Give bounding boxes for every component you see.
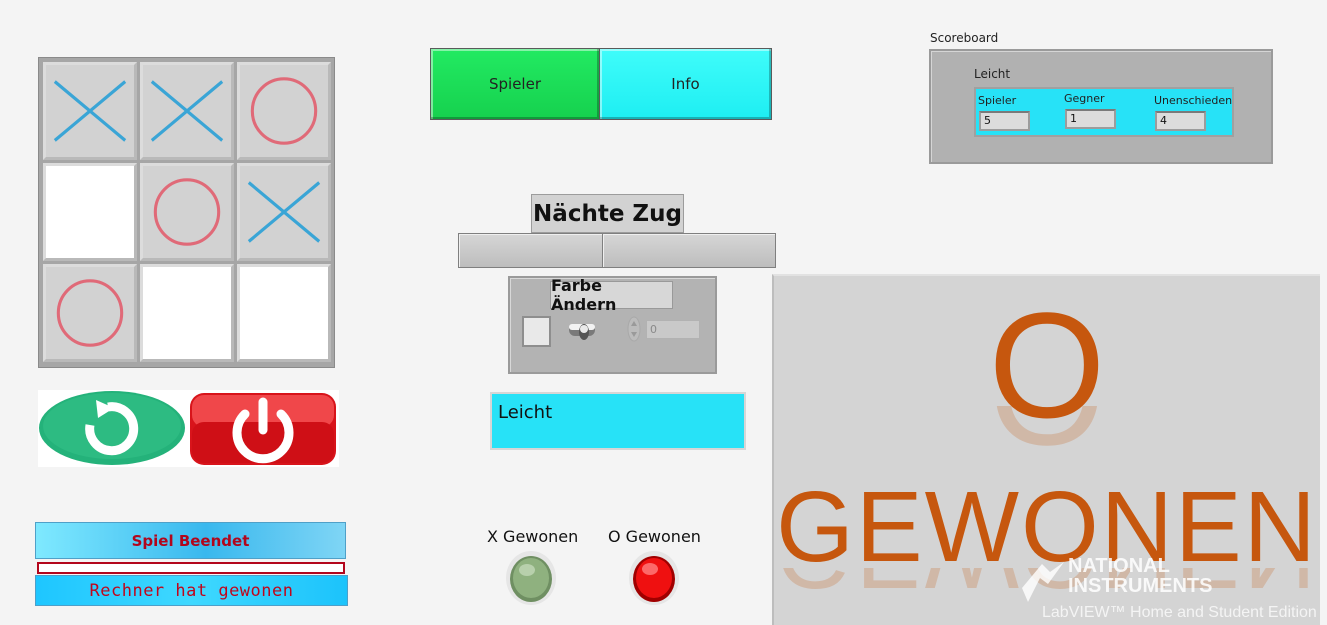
difficulty-display: Leicht bbox=[490, 392, 746, 450]
o-won-label: O Gewonen bbox=[608, 527, 701, 546]
score-label-gegner: Gegner bbox=[1064, 92, 1105, 105]
board-cell-4[interactable] bbox=[43, 163, 137, 261]
color-change-label: Farbe Ändern bbox=[550, 276, 673, 314]
o-mark-icon bbox=[153, 178, 221, 246]
result-message: Rechner hat gewonen bbox=[35, 575, 348, 606]
x-mark-icon bbox=[150, 80, 224, 142]
next-move-right-button[interactable] bbox=[602, 233, 776, 268]
board-cell-9[interactable] bbox=[237, 264, 331, 362]
color-checkbox[interactable] bbox=[522, 316, 551, 347]
score-unentschieden-field: 4 bbox=[1155, 111, 1206, 131]
board-cell-6[interactable] bbox=[237, 163, 331, 261]
color-numeric-field[interactable]: 0 bbox=[646, 320, 700, 339]
x-mark-icon bbox=[53, 80, 127, 142]
o-won-led-icon bbox=[629, 551, 679, 605]
game-ended-banner: Spiel Beendet bbox=[35, 522, 346, 559]
game-ended-text: Spiel Beendet bbox=[131, 531, 250, 550]
ni-logo-icon bbox=[1022, 562, 1064, 602]
next-move-label: Nächte Zug bbox=[531, 194, 684, 233]
o-won-led bbox=[628, 550, 680, 606]
score-label-unentschieden: Unenschieden bbox=[1154, 94, 1233, 107]
board-cell-8[interactable] bbox=[140, 264, 234, 362]
power-icon bbox=[190, 393, 336, 465]
board-cell-5[interactable] bbox=[140, 163, 234, 261]
watermark-brand: NATIONAL INSTRUMENTS bbox=[1068, 556, 1212, 596]
numeric-stepper[interactable] bbox=[627, 316, 641, 342]
score-spieler-field: 5 bbox=[979, 111, 1030, 131]
spieler-button[interactable]: Spieler bbox=[430, 48, 600, 120]
board-cell-1[interactable] bbox=[43, 62, 137, 160]
status-divider bbox=[37, 562, 345, 574]
x-won-led-icon bbox=[506, 551, 556, 605]
restart-button[interactable] bbox=[38, 390, 188, 467]
x-mark-icon bbox=[247, 181, 321, 243]
winner-symbol-reflection: O bbox=[774, 406, 1320, 468]
info-button-label: Info bbox=[671, 75, 700, 93]
o-mark-icon bbox=[56, 279, 124, 347]
scoreboard-mode: Leicht bbox=[974, 67, 1011, 81]
watermark-line2: INSTRUMENTS bbox=[1068, 575, 1213, 597]
result-message-text: Rechner hat gewonen bbox=[89, 580, 294, 601]
x-won-label: X Gewonen bbox=[487, 527, 579, 546]
watermark-line1: NATIONAL bbox=[1068, 555, 1170, 577]
board-cell-3[interactable] bbox=[237, 62, 331, 160]
restart-icon bbox=[39, 391, 185, 465]
x-won-led bbox=[505, 550, 557, 606]
watermark-edition: LabVIEW™ Home and Student Edition bbox=[1042, 604, 1317, 621]
toggle-switch-icon bbox=[569, 324, 595, 340]
score-gegner-field: 1 bbox=[1065, 109, 1116, 129]
power-button[interactable] bbox=[189, 392, 337, 466]
board-cell-7[interactable] bbox=[43, 264, 137, 362]
board-cell-2[interactable] bbox=[140, 62, 234, 160]
score-label-spieler: Spieler bbox=[978, 94, 1017, 107]
game-board bbox=[38, 57, 335, 368]
o-mark-icon bbox=[250, 77, 318, 145]
next-move-left-button[interactable] bbox=[458, 233, 603, 268]
info-button[interactable]: Info bbox=[599, 48, 772, 120]
stepper-arrows-icon bbox=[627, 316, 641, 342]
scoreboard-title: Scoreboard bbox=[930, 31, 999, 45]
ni-eagle-logo bbox=[1020, 558, 1066, 604]
toggle-switch[interactable] bbox=[567, 318, 599, 344]
spieler-button-label: Spieler bbox=[488, 75, 541, 93]
